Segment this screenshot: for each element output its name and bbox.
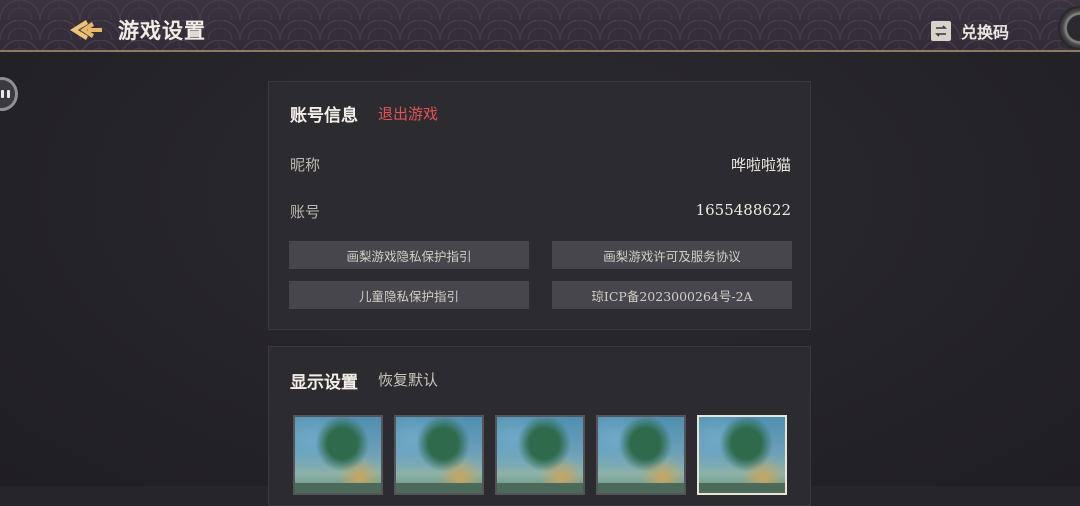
redeem-code-label: 兑换码: [961, 23, 1010, 42]
account-id-label: 账号: [290, 203, 321, 221]
display-panel: 显示设置 恢复默认: [268, 346, 811, 506]
icp-record-link[interactable]: 琼ICP备2023000264号-2A: [552, 281, 792, 309]
page-title: 游戏设置: [118, 18, 206, 43]
back-button[interactable]: [64, 14, 106, 46]
swap-icon: [931, 21, 951, 41]
top-bar: 游戏设置 兑换码: [0, 0, 1080, 52]
display-section-title: 显示设置: [290, 373, 358, 393]
nickname-value: 哗啦啦猫: [730, 156, 791, 174]
back-arrow-icon: [70, 20, 102, 40]
child-privacy-link[interactable]: 儿童隐私保护指引: [289, 281, 529, 309]
account-panel: 账号信息 退出游戏 昵称 哗啦啦猫 账号 1655488622 画梨游戏隐私保护…: [268, 81, 811, 330]
display-option-thumbnail[interactable]: [293, 415, 383, 495]
account-section-title: 账号信息: [290, 106, 358, 126]
display-option-thumbnail[interactable]: [596, 415, 686, 495]
privacy-guide-link[interactable]: 画梨游戏隐私保护指引: [289, 241, 529, 269]
display-option-thumbnail[interactable]: [394, 415, 484, 495]
redeem-code-button[interactable]: 兑换码: [931, 19, 1009, 43]
display-option-thumbnail-selected[interactable]: [697, 415, 787, 495]
restore-default-button[interactable]: 恢复默认: [378, 369, 438, 390]
display-option-thumbnail[interactable]: [495, 415, 585, 495]
license-agreement-link[interactable]: 画梨游戏许可及服务协议: [552, 241, 792, 269]
nickname-label: 昵称: [290, 156, 321, 174]
logout-button[interactable]: 退出游戏: [378, 103, 438, 124]
account-id-value: 1655488622: [695, 201, 791, 219]
